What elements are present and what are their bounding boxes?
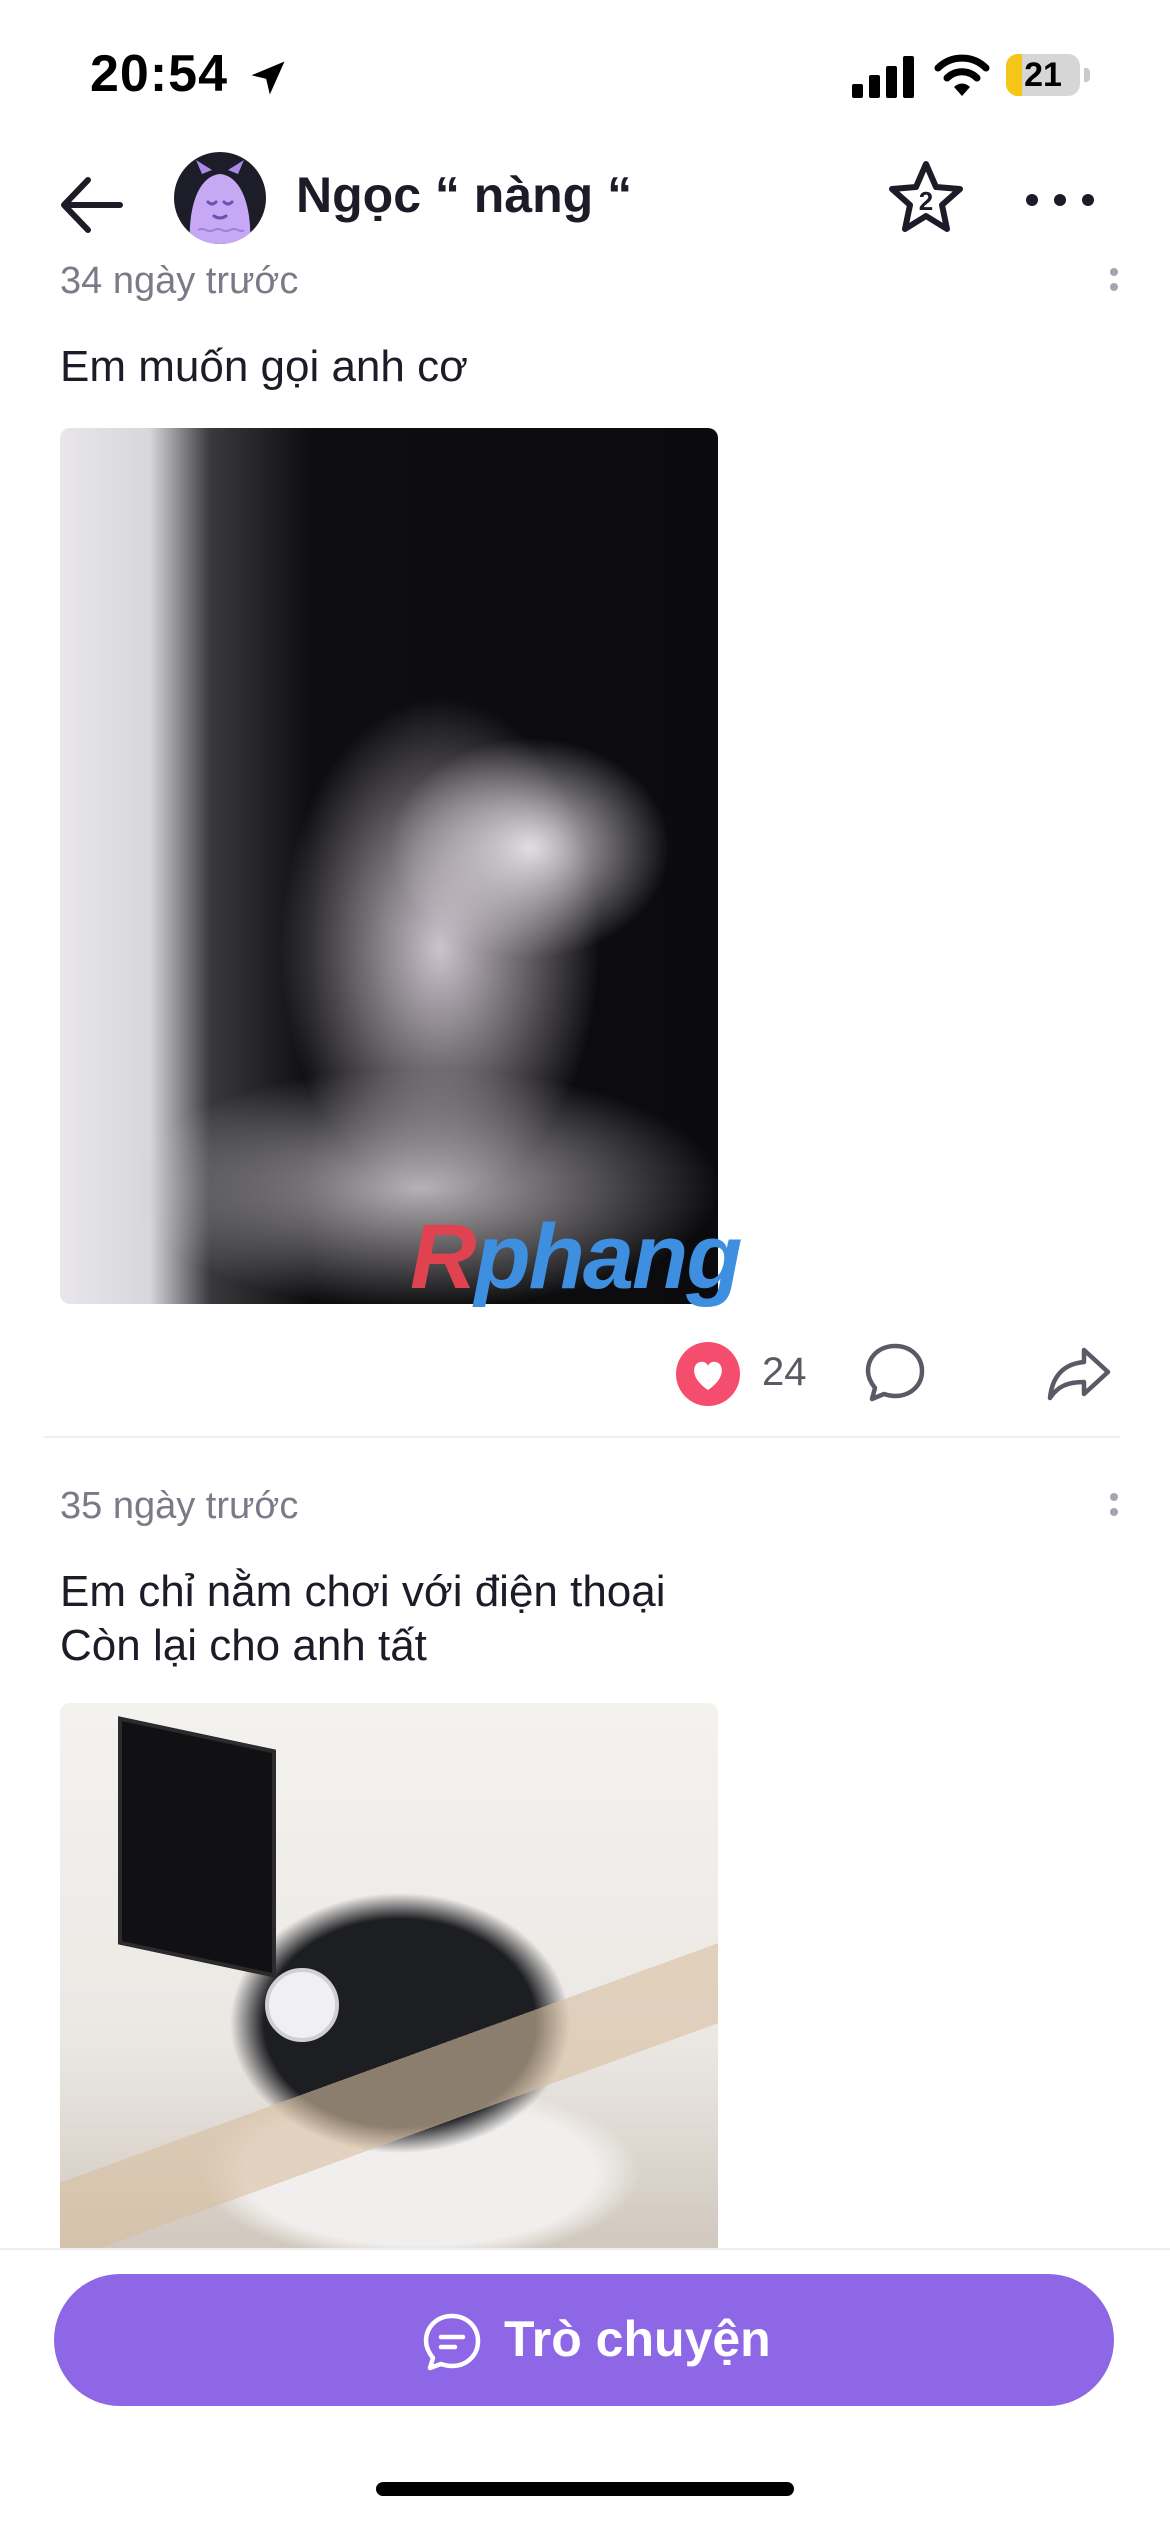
like-count: 24 (762, 1350, 807, 1394)
battery-icon: 21 (1006, 54, 1090, 98)
post-divider (44, 1436, 1120, 1438)
chat-button-label: Trò chuyện (504, 2311, 771, 2367)
comment-icon[interactable] (862, 1340, 928, 1406)
battery-body: 21 (1006, 54, 1080, 96)
cellular-signal-icon (852, 56, 914, 98)
post-time: 35 ngày trước (60, 1485, 299, 1527)
status-bar: 20:54 21 (0, 0, 1170, 140)
home-indicator[interactable] (376, 2482, 794, 2496)
watermark-rest: phang (474, 1206, 742, 1308)
post-more-icon[interactable] (1104, 268, 1124, 308)
battery-cap (1084, 68, 1090, 82)
bottom-bar: Trò chuyện (0, 2248, 1170, 2532)
avatar-devil-icon (189, 160, 251, 244)
post-photo[interactable] (60, 1703, 718, 2250)
status-time: 20:54 (90, 45, 228, 103)
watermark-logo: Rphang (410, 1205, 742, 1310)
user-name[interactable]: Ngọc “ nàng “ (296, 166, 632, 224)
heart-icon (694, 1361, 722, 1390)
post-text-line: Em chỉ nằm chơi với điện thoại (60, 1567, 666, 1616)
watermark-first-letter: R (410, 1206, 476, 1308)
share-icon[interactable] (1046, 1342, 1112, 1404)
chat-bubble-icon (423, 2313, 481, 2371)
post-more-icon[interactable] (1104, 1493, 1124, 1533)
post-text: Em muốn gọi anh cơ (60, 342, 468, 391)
star-badge-icon[interactable]: 2 (886, 158, 966, 238)
battery-level: 21 (1024, 56, 1062, 94)
more-dots-icon[interactable] (1020, 170, 1100, 230)
profile-feed-screen: 20:54 21 Ngọc “ nàng “ 2 34 ngày trước E… (0, 0, 1170, 2532)
profile-header: Ngọc “ nàng “ 2 (0, 140, 1170, 270)
chat-button[interactable]: Trò chuyện (54, 2274, 1114, 2406)
star-badge-number: 2 (919, 186, 933, 216)
location-arrow-icon (251, 61, 285, 95)
post-time: 34 ngày trước (60, 260, 299, 302)
post-feed[interactable]: 34 ngày trước Em muốn gọi anh cơ Rphang … (0, 260, 1170, 2250)
photo-fan-shape (265, 1968, 339, 2042)
photo-tv-shape (118, 1716, 276, 1978)
like-button[interactable] (676, 1342, 740, 1406)
avatar[interactable] (174, 152, 266, 244)
back-arrow-icon[interactable] (50, 160, 140, 250)
wifi-icon (934, 54, 990, 96)
post-photo[interactable] (60, 428, 718, 1304)
post-actions: 24 (0, 1324, 1170, 1424)
post-text-line: Còn lại cho anh tất (60, 1621, 427, 1670)
